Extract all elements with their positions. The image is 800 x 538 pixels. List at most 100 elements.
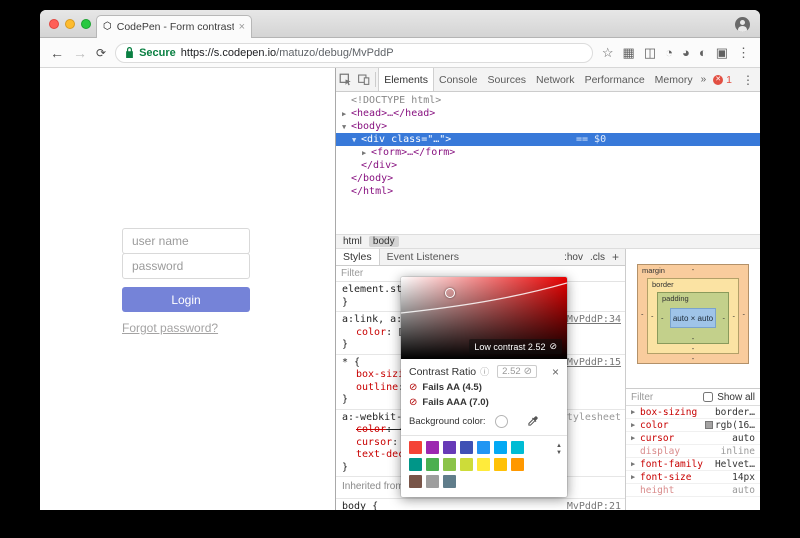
computed-property-row[interactable]: ▶ box-sizing border… — [626, 406, 760, 419]
chevron-right-icon[interactable]: ▶ — [631, 421, 640, 429]
palette-swatch[interactable] — [460, 441, 473, 454]
palette-swatch[interactable] — [511, 458, 524, 471]
chevron-right-icon[interactable]: ▶ — [631, 460, 640, 468]
palette-next-icon[interactable]: ▼ — [556, 450, 562, 456]
breadcrumb-body[interactable]: body — [368, 236, 399, 247]
eyedropper-icon[interactable] — [527, 416, 538, 427]
minimize-window-button[interactable] — [65, 19, 75, 29]
computed-property-row[interactable]: ▶ cursor auto — [626, 432, 760, 445]
computed-property-row[interactable]: ▶ font-size 14px — [626, 471, 760, 484]
palette-swatch[interactable] — [409, 475, 422, 488]
box-model-margin[interactable]: margin - - - - border - - - padding - - … — [637, 264, 749, 364]
palette-swatch[interactable] — [409, 458, 422, 471]
devtools-tab-memory[interactable]: Memory — [650, 68, 698, 91]
devtools-tab-console[interactable]: Console — [434, 68, 483, 91]
palette-prev-icon[interactable]: ▲ — [556, 443, 562, 449]
console-error-indicator[interactable]: ✕ 1 — [709, 74, 736, 86]
chevron-right-icon[interactable]: ▶ — [631, 408, 640, 416]
palette-swatch[interactable] — [477, 441, 490, 454]
palette-swatch[interactable] — [477, 458, 490, 471]
palette-swatch[interactable] — [426, 458, 439, 471]
box-model-content[interactable]: auto × auto — [670, 308, 716, 328]
extension-icon-3[interactable]: ◔ — [665, 46, 673, 59]
inspect-element-icon[interactable] — [336, 68, 355, 91]
forgot-password-link[interactable]: Forgot password? — [122, 321, 218, 335]
address-bar[interactable]: Secure https://s.codepen.io/matuzo/debug… — [115, 42, 593, 63]
extension-icon-2[interactable]: ◫ — [644, 46, 656, 59]
back-icon[interactable]: ← — [50, 46, 64, 60]
computed-property-row[interactable]: ▶ font-family Helvet… — [626, 458, 760, 471]
computed-property-row[interactable]: ▶ color rgb(16… — [626, 419, 760, 432]
username-field[interactable] — [122, 228, 250, 254]
extension-icon-6[interactable]: ▣ — [716, 46, 728, 59]
dom-tree-node[interactable]: <!DOCTYPE html> — [336, 94, 760, 107]
styles-tab-event-listeners[interactable]: Event Listeners — [380, 249, 466, 265]
browser-menu-icon[interactable]: ⋮ — [737, 46, 750, 59]
palette-swatch[interactable] — [443, 475, 456, 488]
color-picker-handle[interactable] — [445, 288, 455, 298]
box-model-padding[interactable]: padding - - - auto × auto — [657, 292, 729, 344]
chevron-right-icon[interactable]: ▶ — [631, 473, 640, 481]
color-gradient-area[interactable]: Low contrast 2.52 ⊘ — [401, 277, 567, 359]
new-style-rule-button[interactable]: + — [612, 250, 619, 264]
palette-swatch[interactable] — [426, 441, 439, 454]
styles-tab-styles[interactable]: Styles — [336, 249, 380, 265]
devtools-tab-network[interactable]: Network — [531, 68, 580, 91]
property-name[interactable]: outline — [356, 382, 398, 393]
bookmark-star-icon[interactable]: ☆ — [602, 46, 614, 59]
stylesheet-link[interactable]: MvPddP:15 — [567, 357, 621, 370]
computed-property-row[interactable]: height auto — [626, 484, 760, 497]
forward-icon[interactable]: → — [73, 46, 87, 60]
palette-swatch[interactable] — [511, 441, 524, 454]
palette-swatch[interactable] — [494, 441, 507, 454]
device-toolbar-icon[interactable] — [355, 68, 374, 91]
devtools-menu-icon[interactable]: ⋮ — [736, 73, 760, 87]
reload-icon[interactable]: ⟳ — [96, 47, 106, 59]
property-name[interactable]: color — [356, 327, 386, 338]
show-all-checkbox[interactable] — [703, 392, 714, 402]
computed-filter-input[interactable] — [631, 391, 700, 403]
chevron-right-icon[interactable]: ▶ — [631, 434, 640, 442]
palette-swatch[interactable] — [409, 441, 422, 454]
rule-selector[interactable]: body { — [342, 501, 563, 511]
computed-property-row[interactable]: display inline — [626, 445, 760, 458]
palette-swatch[interactable] — [426, 475, 439, 488]
dom-tree-node[interactable]: </body> — [336, 172, 760, 185]
background-color-swatch[interactable] — [494, 415, 508, 428]
palette-swatch[interactable] — [494, 458, 507, 471]
close-window-button[interactable] — [49, 19, 59, 29]
password-field[interactable] — [122, 253, 250, 279]
element-classes-button[interactable]: .cls — [590, 252, 605, 263]
dom-tree-node[interactable]: ▶ <head>…</head> — [336, 107, 760, 120]
extension-icon-1[interactable]: ▦ — [623, 46, 635, 59]
palette-swatch[interactable] — [460, 458, 473, 471]
desktop: { "browser": { "tab_title": "CodePen - F… — [0, 0, 800, 538]
palette-swatch[interactable] — [443, 441, 456, 454]
info-icon[interactable]: ⓘ — [480, 365, 489, 378]
box-model-border[interactable]: border - - - padding - - - auto × auto — [647, 278, 739, 354]
extension-icon-5[interactable]: ◐ — [699, 46, 707, 59]
dom-tree-node[interactable]: </div> — [336, 159, 760, 172]
devtools-tab-sources[interactable]: Sources — [483, 68, 532, 91]
breadcrumb-html[interactable]: html — [339, 236, 366, 247]
dom-tree-node[interactable]: ▶ <form>…</form> — [336, 146, 760, 159]
stylesheet-link[interactable]: MvPddP:21 — [567, 501, 621, 511]
dom-tree-node[interactable]: ▼ <div class="…"> == $0 — [336, 133, 760, 146]
profile-icon[interactable] — [735, 17, 750, 32]
close-contrast-icon[interactable]: × — [552, 366, 559, 378]
devtools-tab-elements[interactable]: Elements — [378, 68, 434, 91]
login-button[interactable]: Login — [122, 287, 250, 312]
tab-close-icon[interactable]: × — [239, 21, 245, 33]
zoom-window-button[interactable] — [81, 19, 91, 29]
toggle-element-state-button[interactable]: :hov — [564, 252, 583, 263]
devtools-tab-performance[interactable]: Performance — [580, 68, 650, 91]
dom-tree-node[interactable]: ▼ <body> — [336, 120, 760, 133]
property-name[interactable]: color — [356, 424, 386, 435]
stylesheet-link[interactable]: MvPddP:34 — [567, 314, 621, 327]
browser-tab[interactable]: ⬡ CodePen - Form contrast chec × — [96, 15, 252, 38]
property-name[interactable]: cursor — [356, 437, 392, 448]
more-tabs-icon[interactable]: » — [698, 74, 710, 85]
dom-tree-node[interactable]: </html> — [336, 185, 760, 198]
extension-icon-4[interactable]: ◕ — [682, 46, 690, 59]
palette-swatch[interactable] — [443, 458, 456, 471]
